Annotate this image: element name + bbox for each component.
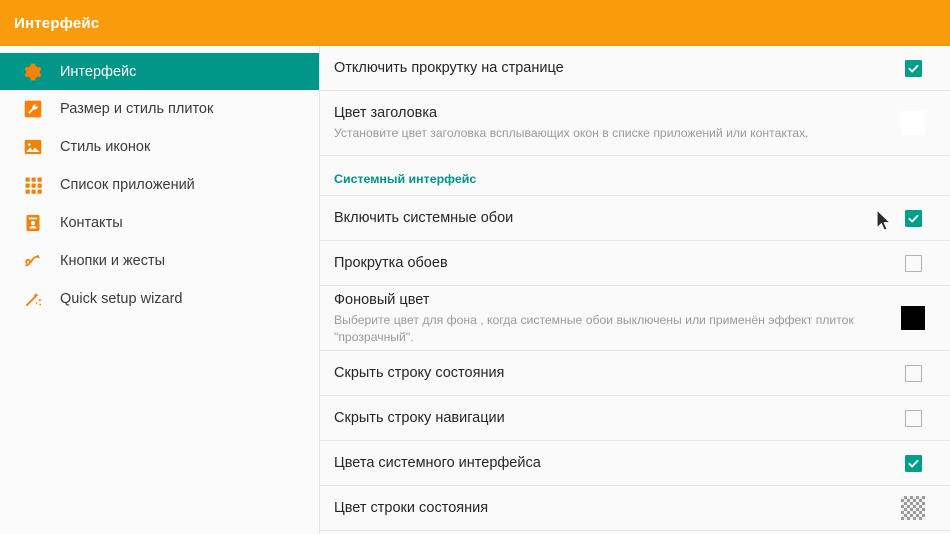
setting-description: Установите цвет заголовка всплывающих ок… bbox=[334, 126, 809, 141]
settings-list: Отключить прокрутку на странице Цвет заго… bbox=[320, 46, 950, 534]
setting-row[interactable]: Цвет строки состояния bbox=[320, 486, 950, 531]
color-swatch[interactable] bbox=[901, 306, 925, 330]
sidebar-item-4[interactable]: Список приложений bbox=[0, 166, 319, 204]
setting-row[interactable]: Скрыть строку состояния bbox=[320, 351, 950, 396]
setting-control[interactable] bbox=[876, 409, 950, 427]
setting-control[interactable] bbox=[876, 496, 950, 520]
setting-control[interactable] bbox=[876, 364, 950, 382]
setting-texts: Включить системные обои bbox=[334, 209, 876, 227]
setting-texts: Отключить прокрутку на странице bbox=[334, 59, 876, 77]
setting-texts: Фоновый цвет Выберите цвет для фона , ког… bbox=[334, 291, 876, 345]
setting-texts: Цвета системного интерфейса bbox=[334, 454, 876, 472]
sidebar: Интерфейс Размер и стиль плиток Стиль икон… bbox=[0, 46, 320, 534]
checkbox-checked[interactable] bbox=[904, 209, 922, 227]
gear-icon bbox=[22, 61, 44, 83]
checkbox-checked[interactable] bbox=[904, 59, 922, 77]
sidebar-item-7[interactable]: Quick setup wizard bbox=[0, 280, 319, 318]
setting-row[interactable]: Отключить прокрутку на странице bbox=[320, 46, 950, 91]
sidebar-item-6[interactable]: Кнопки и жесты bbox=[0, 242, 319, 280]
sidebar-item-label: Quick setup wizard bbox=[60, 291, 183, 307]
app-window: Интерфейс Интерфейс Размер и стиль плиток… bbox=[0, 0, 950, 534]
setting-texts: Цвет строки состояния bbox=[334, 499, 876, 517]
setting-row[interactable]: Фоновый цвет Выберите цвет для фона , ког… bbox=[320, 286, 950, 351]
setting-title: Скрыть строку состояния bbox=[334, 364, 505, 381]
color-swatch[interactable] bbox=[901, 111, 925, 135]
setting-control[interactable] bbox=[876, 454, 950, 472]
setting-title: Фоновый цвет bbox=[334, 292, 430, 309]
setting-title: Скрыть строку навигации bbox=[334, 409, 505, 426]
setting-title: Цвета системного интерфейса bbox=[334, 454, 541, 471]
setting-title: Цвет заголовка bbox=[334, 105, 438, 122]
section-header-label: Системный интерфейс bbox=[334, 172, 477, 186]
setting-row[interactable]: Прокрутка обоев bbox=[320, 241, 950, 286]
setting-control[interactable] bbox=[876, 209, 950, 227]
checkbox-unchecked[interactable] bbox=[904, 254, 922, 272]
setting-row[interactable]: Цвет заголовка Установите цвет заголовка … bbox=[320, 91, 950, 156]
setting-description: Выберите цвет для фона , когда системные… bbox=[334, 313, 854, 344]
color-swatch-transparent[interactable] bbox=[901, 496, 925, 520]
setting-texts: Скрыть строку состояния bbox=[334, 364, 876, 382]
sidebar-item-label: Список приложений bbox=[60, 177, 195, 193]
setting-control[interactable] bbox=[876, 254, 950, 272]
sidebar-item-2[interactable]: Размер и стиль плиток bbox=[0, 90, 319, 128]
setting-row[interactable]: Включить системные обои bbox=[320, 196, 950, 241]
setting-title: Прокрутка обоев bbox=[334, 254, 448, 271]
sidebar-item-label: Стиль иконок bbox=[60, 139, 151, 155]
page-title: Интерфейс bbox=[14, 14, 100, 32]
sidebar-item-label: Размер и стиль плиток bbox=[60, 101, 214, 117]
section-header: Системный интерфейс bbox=[320, 156, 950, 196]
gesture-swirl-icon bbox=[22, 250, 44, 272]
setting-control[interactable] bbox=[876, 59, 950, 77]
setting-control[interactable] bbox=[876, 306, 950, 330]
sidebar-item-label: Интерфейс bbox=[60, 63, 137, 80]
setting-control[interactable] bbox=[876, 111, 950, 135]
grid-apps-icon bbox=[22, 174, 44, 196]
contact-card-icon bbox=[22, 212, 44, 234]
setting-texts: Скрыть строку навигации bbox=[334, 409, 876, 427]
setting-texts: Цвет заголовка Установите цвет заголовка … bbox=[334, 104, 876, 141]
sidebar-item-3[interactable]: Стиль иконок bbox=[0, 128, 319, 166]
checkbox-unchecked[interactable] bbox=[904, 364, 922, 382]
checkbox-checked[interactable] bbox=[904, 454, 922, 472]
setting-row[interactable]: Скрыть строку навигации bbox=[320, 396, 950, 441]
title-bar: Интерфейс bbox=[0, 0, 950, 46]
sidebar-item-label: Контакты bbox=[60, 215, 123, 231]
wrench-icon bbox=[22, 98, 44, 120]
setting-title: Отключить прокрутку на странице bbox=[334, 59, 564, 76]
setting-texts: Прокрутка обоев bbox=[334, 254, 876, 272]
magic-wand-icon bbox=[22, 288, 44, 310]
sidebar-item-5[interactable]: Контакты bbox=[0, 204, 319, 242]
sidebar-item-1[interactable]: Интерфейс bbox=[0, 53, 319, 90]
main-body: Интерфейс Размер и стиль плиток Стиль икон… bbox=[0, 46, 950, 534]
image-icon bbox=[22, 136, 44, 158]
setting-title: Цвет строки состояния bbox=[334, 499, 489, 516]
checkbox-unchecked[interactable] bbox=[904, 409, 922, 427]
sidebar-item-label: Кнопки и жесты bbox=[60, 253, 166, 269]
setting-row[interactable]: Цвета системного интерфейса bbox=[320, 441, 950, 486]
setting-title: Включить системные обои bbox=[334, 209, 514, 226]
